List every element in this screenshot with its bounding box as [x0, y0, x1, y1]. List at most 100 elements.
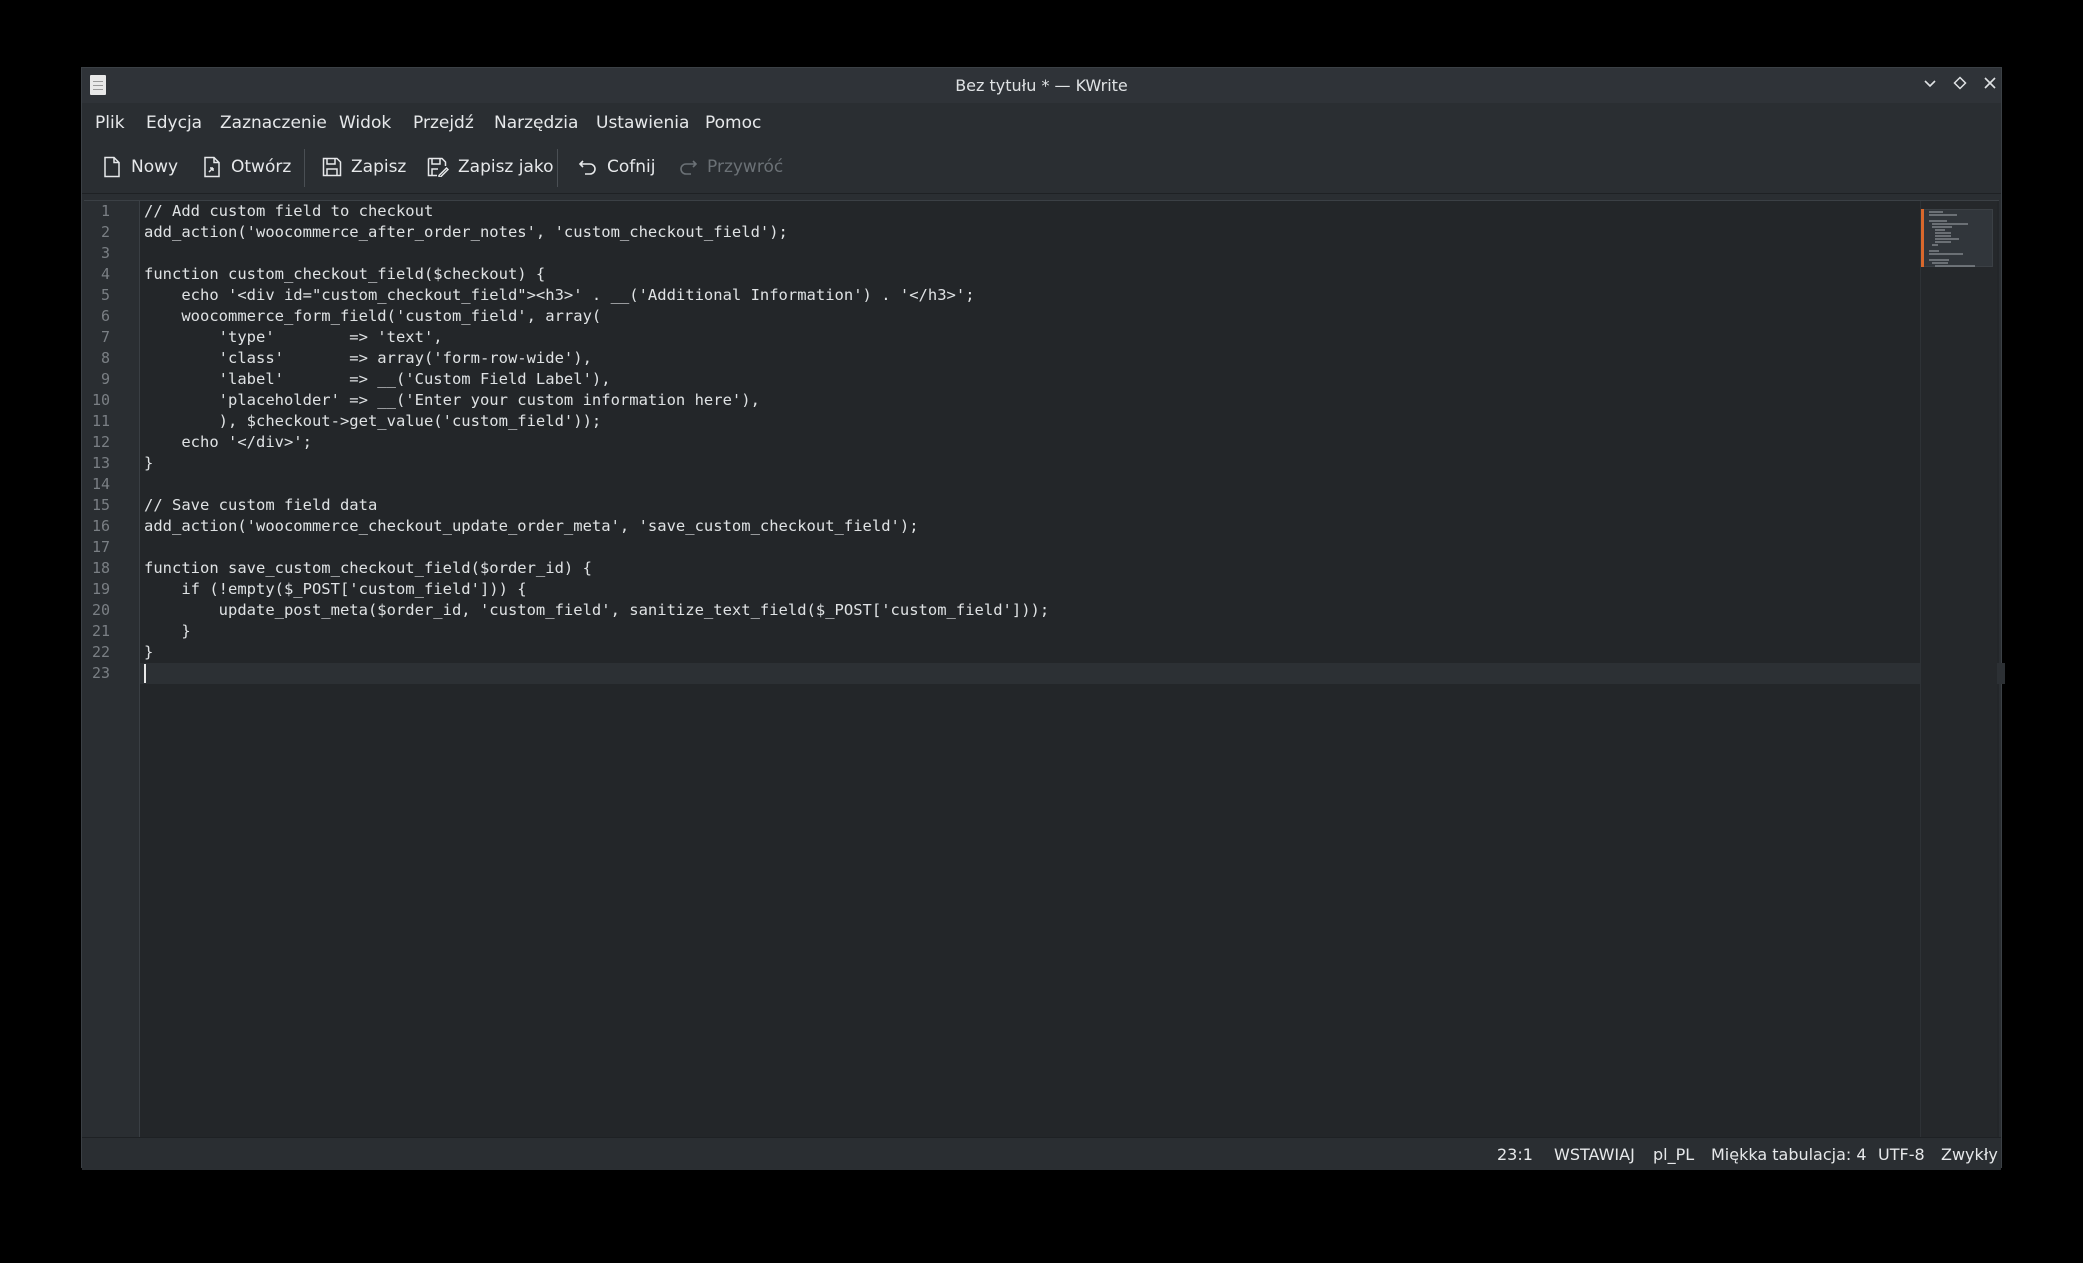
minimap-line [1935, 265, 1975, 267]
line-number: 6 [100, 307, 110, 325]
minimap-line [1935, 232, 1951, 234]
code-line: ), $checkout->get_value('custom_field'))… [144, 412, 602, 430]
code-line: 'placeholder' => __('Enter your custom i… [144, 391, 760, 409]
line-number: 4 [100, 265, 110, 283]
minimap-line [1929, 253, 1963, 255]
line-number: 10 [91, 391, 110, 409]
line-number: 9 [100, 370, 110, 388]
minimap-line [1932, 262, 1948, 264]
minimize-icon[interactable] [1918, 73, 1942, 97]
line-number: 13 [91, 454, 110, 472]
minimap-line [1929, 214, 1957, 216]
encoding[interactable]: UTF-8 [1878, 1145, 1925, 1164]
minimap-line [1929, 220, 1947, 222]
minimap-scrollbar[interactable] [1920, 201, 1997, 1138]
cursor-position[interactable]: 23:1 [1497, 1145, 1533, 1164]
redo-button[interactable]: Przywróć [678, 151, 783, 183]
menu-tools[interactable]: Narzędzia [494, 113, 578, 133]
line-number: 22 [91, 643, 110, 661]
toolbar-separator [304, 149, 305, 187]
title-bar[interactable]: Bez tytułu * — KWrite [82, 68, 2001, 104]
line-number: 8 [100, 349, 110, 367]
menu-edit[interactable]: Edycja [146, 113, 202, 133]
new-document-icon [104, 156, 120, 178]
minimap-line [1935, 235, 1951, 237]
input-mode[interactable]: WSTAWIAJ [1554, 1145, 1635, 1164]
line-number: 12 [91, 433, 110, 451]
save-as-button[interactable]: Zapisz jako [427, 151, 554, 183]
line-number: 3 [100, 244, 110, 262]
menu-settings[interactable]: Ustawienia [596, 113, 689, 133]
save-button-label: Zapisz [351, 157, 407, 177]
toolbar-separator [557, 149, 558, 187]
line-number: 15 [91, 496, 110, 514]
code-line: // Save custom field data [144, 496, 378, 514]
status-bar: 23:1 WSTAWIAJ pl_PL Miękka tabulacja: 4 … [82, 1137, 2001, 1170]
kwrite-window: Bez tytułu * — KWrite Plik Edycja Zaznac… [81, 67, 2005, 1170]
code-line: woocommerce_form_field('custom_field', a… [144, 307, 602, 325]
code-line: function custom_checkout_field($checkout… [144, 265, 546, 283]
new-button-label: Nowy [131, 157, 179, 177]
minimap-line [1932, 223, 1968, 225]
line-number: 23 [91, 664, 110, 682]
line-number: 16 [91, 517, 110, 535]
minimap-line [1935, 241, 1951, 243]
line-number: 18 [91, 559, 110, 577]
minimap-modified-marker [1921, 209, 1924, 267]
menu-view[interactable]: Widok [339, 113, 391, 133]
line-number: 2 [100, 223, 110, 241]
current-line-highlight [140, 663, 2005, 684]
code-line: 'class' => array('form-row-wide'), [144, 349, 592, 367]
minimap-line [1929, 259, 1949, 261]
code-line: 'label' => __('Custom Field Label'), [144, 370, 611, 388]
code-line: echo '<div id="custom_checkout_field"><h… [144, 286, 975, 304]
save-button[interactable]: Zapisz [322, 151, 406, 183]
line-number-gutter: 1 2 3 4 5 6 7 8 9 10 11 12 13 14 15 16 1… [84, 201, 140, 1138]
open-document-icon [204, 156, 220, 178]
redo-icon [680, 160, 698, 175]
menu-help[interactable]: Pomoc [705, 113, 761, 133]
indentation-setting[interactable]: Miękka tabulacja: 4 [1711, 1145, 1867, 1164]
save-as-button-label: Zapisz jako [458, 157, 554, 177]
line-number: 21 [91, 622, 110, 640]
window-title: Bez tytułu * — KWrite [955, 76, 1128, 95]
minimap-line [1932, 226, 1952, 228]
line-number: 5 [100, 286, 110, 304]
line-number: 14 [91, 475, 110, 493]
minimap-line [1935, 229, 1945, 231]
minimap-line [1929, 250, 1939, 252]
undo-icon [578, 160, 596, 175]
open-button[interactable]: Otwórz [202, 151, 291, 183]
close-icon[interactable] [1978, 73, 2002, 97]
code-line: } [144, 454, 154, 472]
minimap-line [1935, 238, 1959, 240]
highlighting-mode[interactable]: Zwykły [1941, 1145, 1998, 1164]
line-number: 17 [91, 538, 110, 556]
open-button-label: Otwórz [231, 157, 292, 177]
code-line: } [144, 643, 154, 661]
code-line: if (!empty($_POST['custom_field'])) { [144, 580, 527, 598]
line-number: 1 [100, 202, 110, 220]
menu-go[interactable]: Przejdź [413, 113, 474, 133]
line-number: 11 [91, 412, 110, 430]
redo-button-label: Przywróć [707, 157, 784, 177]
code-line: add_action('woocommerce_checkout_update_… [144, 517, 919, 535]
line-number: 20 [91, 601, 110, 619]
code-line: function save_custom_checkout_field($ord… [144, 559, 592, 577]
undo-button[interactable]: Cofnij [578, 151, 655, 183]
minimap-line [1932, 244, 1938, 246]
line-number: 19 [91, 580, 110, 598]
main-toolbar: Nowy Otwórz Zapisz Zapisz jako Cofnij Pr… [82, 141, 2001, 194]
save-icon [322, 157, 342, 177]
text-editor-area[interactable]: 1 2 3 4 5 6 7 8 9 10 11 12 13 14 15 16 1… [84, 200, 2005, 1138]
code-line: echo '</div>'; [144, 433, 312, 451]
dictionary-language[interactable]: pl_PL [1653, 1145, 1694, 1164]
menu-selection[interactable]: Zaznaczenie [220, 113, 327, 133]
maximize-icon[interactable] [1948, 73, 1972, 97]
line-number: 7 [100, 328, 110, 346]
save-as-icon [427, 157, 449, 177]
new-button[interactable]: Nowy [102, 151, 178, 183]
code-line: update_post_meta($order_id, 'custom_fiel… [144, 601, 1050, 619]
undo-button-label: Cofnij [607, 157, 656, 177]
menu-file[interactable]: Plik [95, 113, 125, 133]
